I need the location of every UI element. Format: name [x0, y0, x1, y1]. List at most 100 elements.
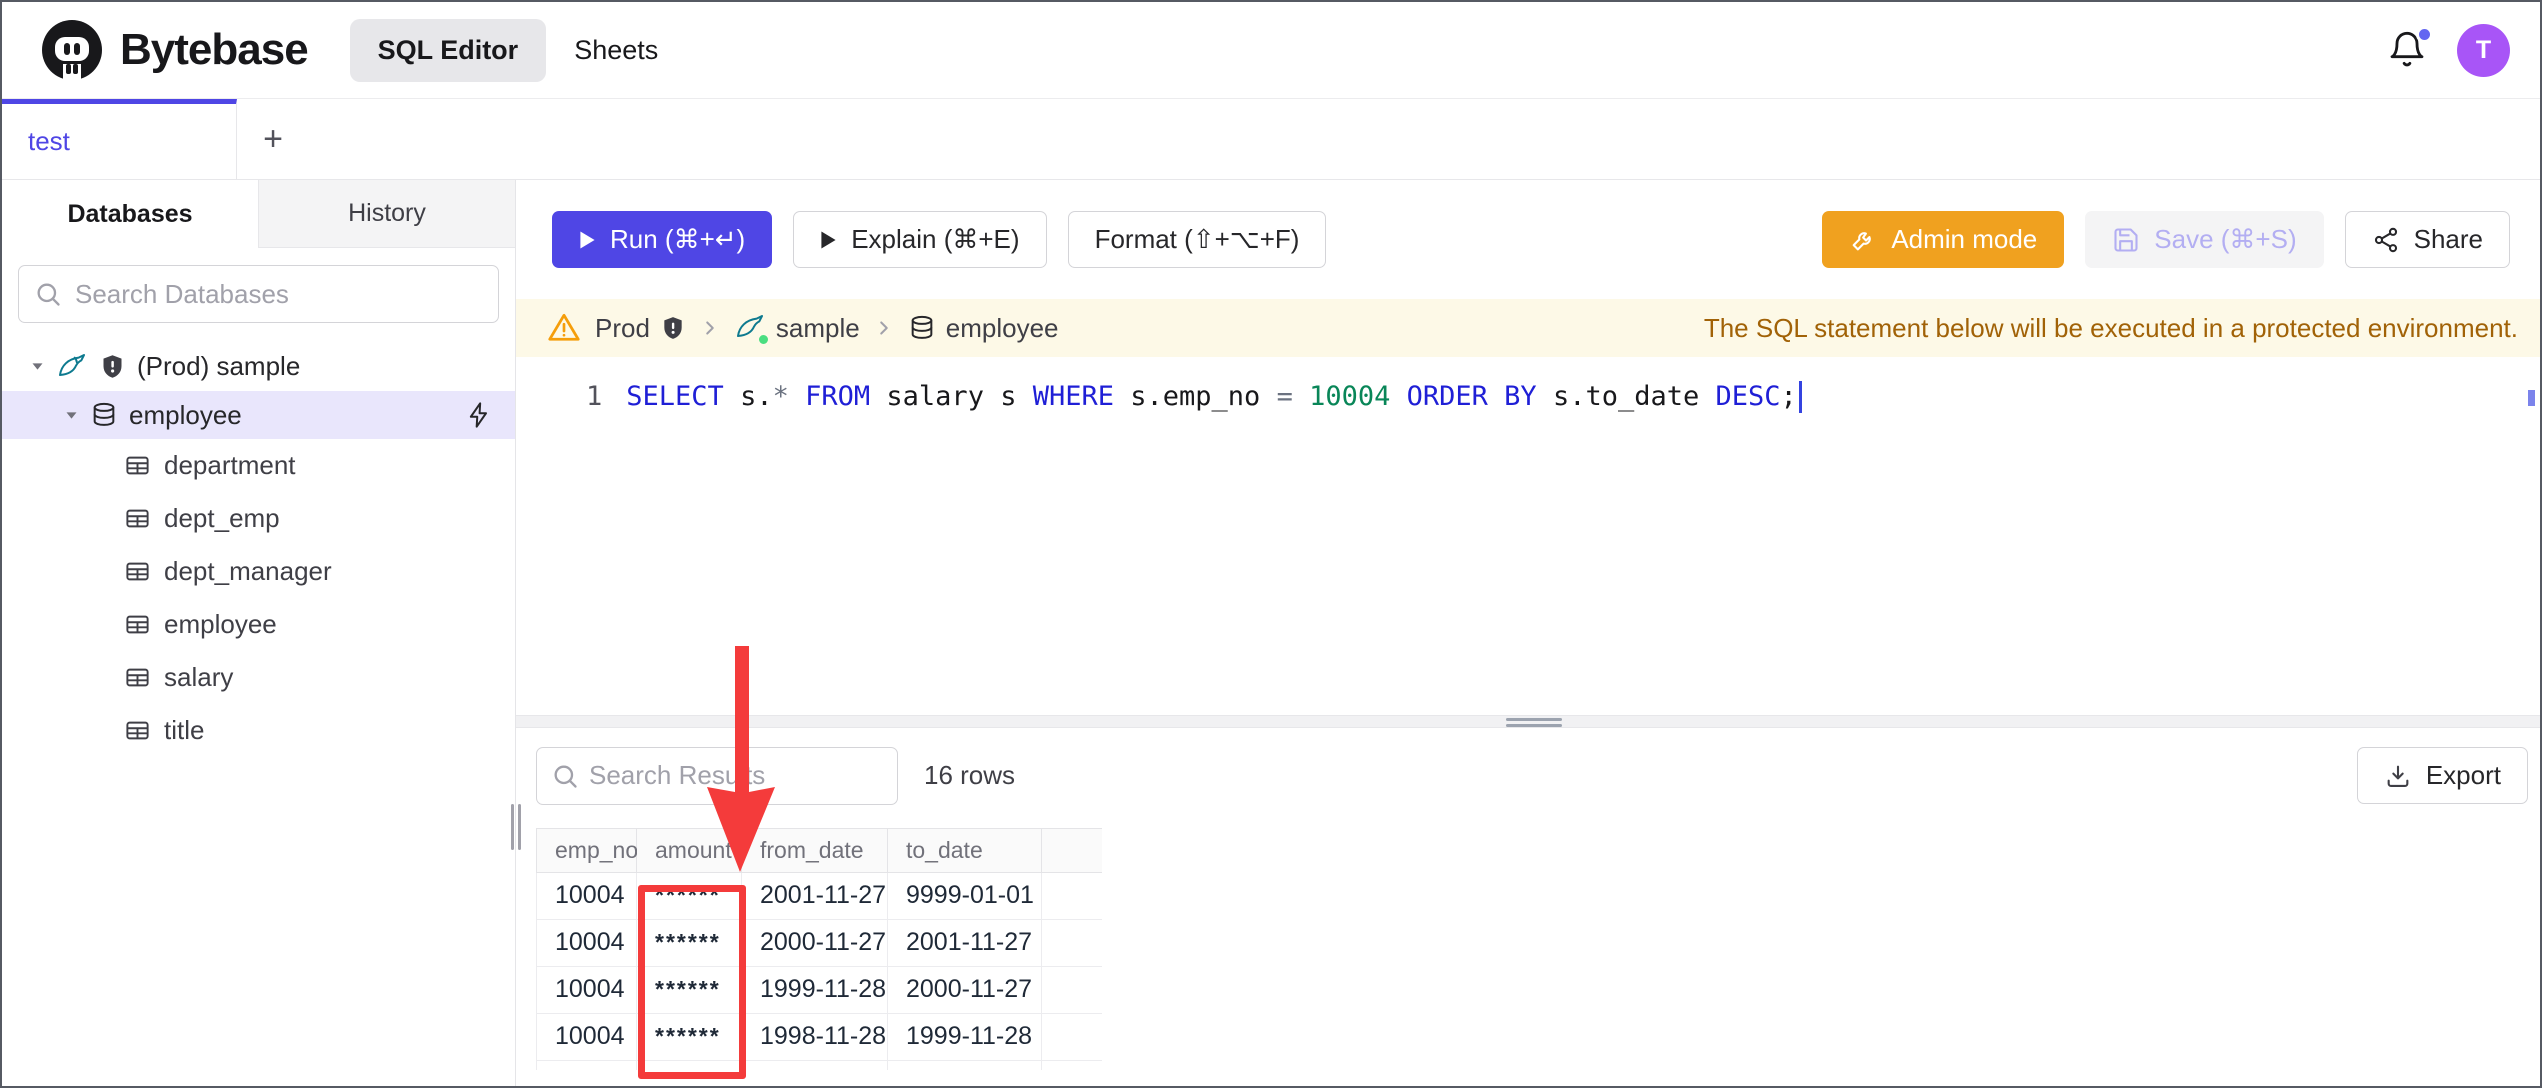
sql-token: s.emp_no	[1114, 381, 1277, 412]
cell-from-date[interactable]: 2000-11-27	[742, 919, 888, 967]
bytebase-logo[interactable]: Bytebase	[40, 18, 309, 82]
search-databases-input[interactable]	[18, 265, 499, 323]
share-button[interactable]: Share	[2344, 211, 2510, 268]
sql-token: salary s	[870, 381, 1033, 412]
lightning-bolt-icon[interactable]	[465, 401, 493, 429]
run-button[interactable]: Run (⌘+↵)	[552, 211, 773, 268]
column-header-amount[interactable]: amount	[637, 827, 742, 873]
add-sheet-tab-button[interactable]: +	[237, 99, 309, 179]
search-results-input[interactable]	[536, 746, 898, 805]
sidebar: Databases History Search Databases (Prod…	[2, 180, 516, 1086]
main-split: Databases History Search Databases (Prod…	[2, 180, 2540, 1086]
sidebar-resize-handle[interactable]	[511, 804, 521, 850]
cell-from-date[interactable]: 1999-11-28	[742, 966, 888, 1014]
caret-down-icon[interactable]	[64, 408, 79, 423]
cell-amount-masked[interactable]: ******	[637, 966, 742, 1014]
search-icon	[37, 283, 60, 306]
chevron-right-icon	[873, 317, 895, 339]
tree-item-table-employee[interactable]: employee	[2, 598, 515, 651]
protected-environment-notice: The SQL statement below will be executed…	[1703, 312, 2518, 343]
column-header-to-date[interactable]: to_date	[888, 827, 1042, 873]
mysql-dolphin-icon	[734, 312, 770, 346]
cell-emp-no[interactable]: 10004	[536, 872, 637, 920]
connection-breadcrumb-bar: Prod sample employee The SQL statement b…	[516, 299, 2540, 357]
save-label: Save (⌘+S)	[2154, 224, 2297, 254]
table-label: salary	[164, 662, 234, 692]
sql-token: FROM	[805, 381, 871, 412]
nav-sheets[interactable]: Sheets	[560, 19, 672, 82]
tree-item-table-dept-manager[interactable]: dept_manager	[2, 545, 515, 598]
table-label: employee	[164, 609, 277, 639]
save-button[interactable]: Save (⌘+S)	[2085, 211, 2324, 268]
breadcrumb-table[interactable]: employee	[908, 312, 1059, 344]
table-label: title	[164, 715, 205, 745]
editor-panel: Run (⌘+↵) Explain (⌘+E) Format (⇧+⌥+F) A…	[516, 180, 2540, 1086]
sql-token: WHERE	[1032, 381, 1114, 412]
export-label: Export	[2425, 760, 2501, 790]
partial-row-cell	[637, 1060, 742, 1070]
text-cursor	[1798, 381, 1802, 413]
cell-from-date[interactable]: 2001-11-27	[742, 872, 888, 920]
column-header-from-date[interactable]: from_date	[742, 827, 888, 873]
export-button[interactable]: Export	[2356, 747, 2528, 804]
cell-emp-no[interactable]: 10004	[536, 966, 637, 1014]
editor-toolbar: Run (⌘+↵) Explain (⌘+E) Format (⇧+⌥+F) A…	[516, 180, 2540, 299]
cell-to-date[interactable]: 2000-11-27	[888, 966, 1042, 1014]
tab-databases[interactable]: Databases	[2, 180, 258, 248]
breadcrumb-database[interactable]: sample	[734, 312, 860, 346]
database-icon	[908, 314, 936, 342]
mysql-dolphin-icon	[56, 351, 88, 383]
run-label: Run (⌘+↵)	[610, 224, 746, 254]
table-icon	[124, 452, 151, 479]
editor-overview-ruler-mark	[2528, 390, 2535, 406]
sheet-tab-strip: test +	[2, 99, 2540, 180]
tree-item-table-title[interactable]: title	[2, 704, 515, 757]
sidebar-tabs: Databases History	[2, 180, 515, 248]
database-search	[18, 265, 499, 323]
cell-emp-no[interactable]: 10004	[536, 1013, 637, 1061]
tree-item-instance[interactable]: (Prod) sample	[2, 342, 515, 391]
table-label: dept_manager	[164, 556, 332, 586]
cell-from-date[interactable]: 1998-11-28	[742, 1013, 888, 1061]
column-header-emp-no[interactable]: emp_no	[536, 827, 638, 873]
table-icon	[124, 664, 151, 691]
cell-emp-no[interactable]: 10004	[536, 919, 637, 967]
cell-amount-masked[interactable]: ******	[637, 1013, 742, 1061]
topbar: Bytebase SQL Editor Sheets T	[2, 2, 2540, 99]
results-table: emp_no amount from_date to_date 10004 **…	[536, 827, 2540, 1070]
share-label: Share	[2413, 224, 2483, 254]
results-panel: 16 rows Export emp_no amount from_date	[516, 727, 2540, 1086]
caret-down-icon[interactable]	[30, 359, 45, 374]
table-crumb-label: employee	[945, 312, 1059, 343]
cell-filler	[1042, 966, 1102, 1014]
warning-triangle-icon	[546, 310, 582, 346]
sql-token: ORDER BY	[1406, 381, 1537, 412]
cell-to-date[interactable]: 1999-11-28	[888, 1013, 1042, 1061]
avatar[interactable]: T	[2457, 23, 2510, 77]
sql-editor[interactable]: 1 SELECT s. * FROM salary s WHERE s.emp_no…	[516, 357, 2540, 715]
notifications-button[interactable]	[2387, 26, 2433, 70]
cell-to-date[interactable]: 9999-01-01	[888, 872, 1042, 920]
tree-item-database-selected[interactable]: employee	[2, 391, 515, 439]
cell-amount-masked[interactable]: ******	[637, 919, 742, 967]
nav-sql-editor[interactable]: SQL Editor	[349, 18, 547, 82]
sheet-tab-label: test	[28, 126, 70, 156]
results-toolbar: 16 rows Export	[536, 746, 2528, 805]
tree-item-table-salary[interactable]: salary	[2, 651, 515, 704]
table-label: department	[164, 450, 296, 480]
wrench-icon	[1849, 226, 1877, 254]
format-button[interactable]: Format (⇧+⌥+F)	[1067, 211, 1327, 268]
panel-resize-divider[interactable]	[516, 714, 2540, 728]
cell-to-date[interactable]: 2001-11-27	[888, 919, 1042, 967]
explain-button[interactable]: Explain (⌘+E)	[793, 211, 1047, 268]
breadcrumb-environment[interactable]: Prod	[595, 313, 686, 344]
tab-history[interactable]: History	[258, 180, 515, 248]
divider-grip-icon[interactable]	[1506, 717, 1562, 727]
tree-item-table-dept-emp[interactable]: dept_emp	[2, 492, 515, 545]
tree-item-table-department[interactable]: department	[2, 439, 515, 492]
admin-mode-button[interactable]: Admin mode	[1822, 211, 2065, 268]
line-number: 1	[586, 381, 603, 412]
cell-amount-masked[interactable]: ******	[637, 872, 742, 920]
sheet-tab-test[interactable]: test	[2, 99, 237, 179]
sql-token: SELECT	[626, 381, 724, 412]
